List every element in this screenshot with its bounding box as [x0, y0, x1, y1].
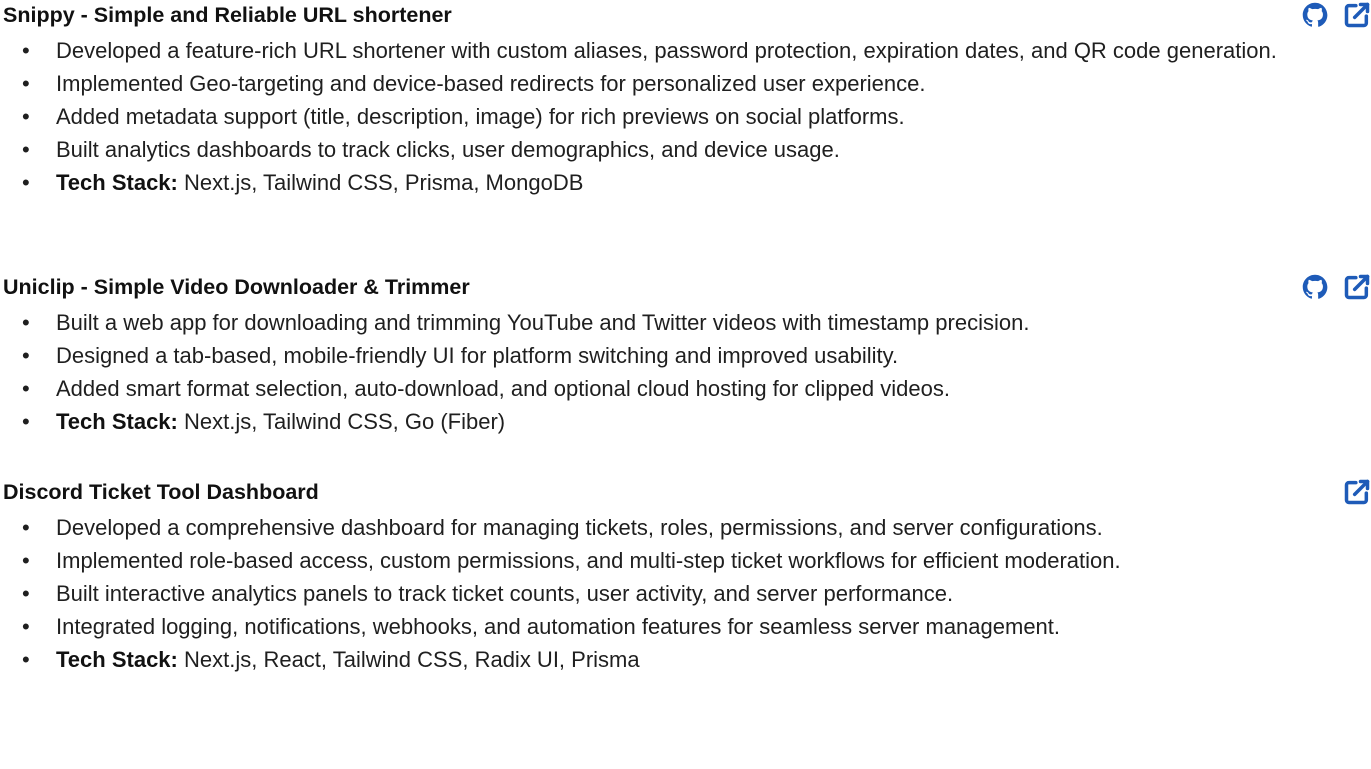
tech-stack-label: Tech Stack:: [56, 647, 178, 672]
bullet-list: • Developed a feature-rich URL shortener …: [0, 34, 1371, 199]
external-link-icon[interactable]: [1343, 478, 1371, 506]
tech-stack-item: • Tech Stack: Next.js, Tailwind CSS, Go (…: [22, 409, 506, 434]
list-item: • Integrated logging, notifications, webh…: [22, 614, 1061, 639]
list-item: • Implemented Geo-targeting and device-ba…: [22, 71, 926, 96]
bullet-list: • Developed a comprehensive dashboard for…: [0, 511, 1371, 676]
project-links: [1329, 478, 1371, 506]
github-icon[interactable]: [1301, 273, 1329, 301]
list-item: • Implemented role-based access, custom p…: [22, 548, 1121, 573]
project-header: Discord Ticket Tool Dashboard: [0, 477, 1371, 511]
list-item: • Designed a tab-based, mobile-friendly U…: [22, 343, 899, 368]
project-links: [1287, 1, 1371, 29]
project-title: Uniclip - Simple Video Downloader & Trim…: [3, 275, 470, 299]
list-item: • Developed a feature-rich URL shortener …: [22, 38, 1277, 63]
project-title: Snippy - Simple and Reliable URL shorten…: [3, 3, 452, 27]
project-snippy: Snippy - Simple and Reliable URL shorten…: [0, 0, 1371, 199]
project-links: [1287, 273, 1371, 301]
project-uniclip: Uniclip - Simple Video Downloader & Trim…: [0, 272, 1371, 438]
project-title: Discord Ticket Tool Dashboard: [3, 480, 319, 504]
tech-stack-label: Tech Stack:: [56, 409, 178, 434]
list-item: • Built a web app for downloading and tri…: [22, 310, 1030, 335]
tech-stack-label: Tech Stack:: [56, 170, 178, 195]
tech-stack-value: Next.js, React, Tailwind CSS, Radix UI, …: [183, 647, 640, 672]
external-link-icon[interactable]: [1343, 273, 1371, 301]
external-link-icon[interactable]: [1343, 1, 1371, 29]
project-header: Snippy - Simple and Reliable URL shorten…: [0, 0, 1371, 34]
list-item: • Built interactive analytics panels to t…: [22, 581, 954, 606]
project-discord-ticket-tool: Discord Ticket Tool Dashboard • Developed…: [0, 477, 1371, 676]
github-icon[interactable]: [1301, 1, 1329, 29]
list-item: • Built analytics dashboards to track cli…: [22, 137, 840, 162]
list-item: • Added smart format selection, auto-down…: [22, 376, 950, 401]
bullet-list: • Built a web app for downloading and tri…: [0, 306, 1371, 438]
project-header: Uniclip - Simple Video Downloader & Trim…: [0, 272, 1371, 306]
tech-stack-item: • Tech Stack: Next.js, React, Tailwind CS…: [22, 647, 640, 672]
list-item: • Added metadata support (title, descript…: [22, 104, 905, 129]
tech-stack-value: Next.js, Tailwind CSS, Prisma, MongoDB: [183, 170, 584, 195]
list-item: • Developed a comprehensive dashboard for…: [22, 515, 1103, 540]
tech-stack-item: • Tech Stack: Next.js, Tailwind CSS, Pris…: [22, 170, 584, 195]
tech-stack-value: Next.js, Tailwind CSS, Go (Fiber): [183, 409, 506, 434]
